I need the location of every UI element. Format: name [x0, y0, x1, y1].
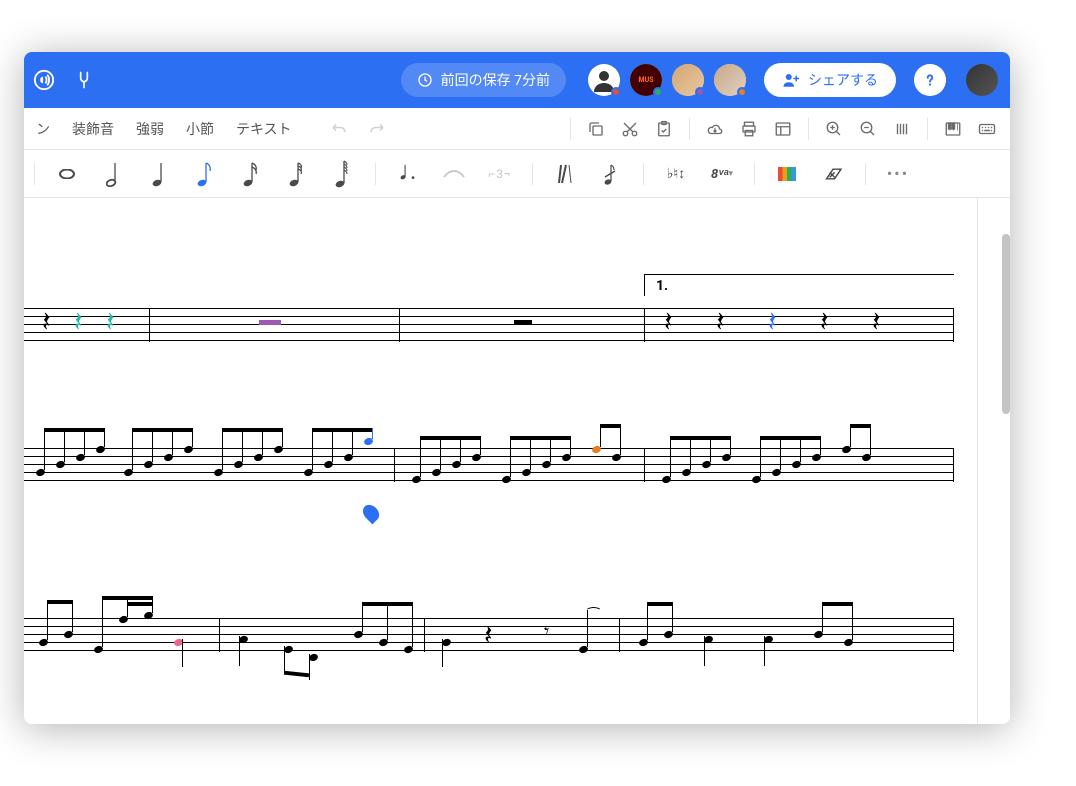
ottava-button[interactable]: 8ᵛᵃ ▾	[706, 158, 738, 190]
score-canvas[interactable]: 𝄽 𝄽 𝄽 1. 𝄽 𝄽 𝄽 𝄽 𝄽	[24, 198, 1010, 724]
cloud-download-icon[interactable]	[700, 114, 730, 144]
undo-icon[interactable]	[324, 114, 354, 144]
sixtyfourth-note-icon[interactable]	[327, 158, 359, 190]
color-palette-icon[interactable]	[771, 158, 803, 190]
accidental-icon[interactable]: ♭♮↕	[660, 158, 692, 190]
menu-item-measure[interactable]: 小節	[186, 119, 214, 139]
redo-icon[interactable]	[362, 114, 392, 144]
quarter-note-icon[interactable]	[143, 158, 175, 190]
note-toolbar: 𝅘𝅥 . ⌐3¬ ♭♮↕ 8ᵛᵃ ▾ •••	[24, 150, 1010, 198]
zoom-out-icon[interactable]	[853, 114, 883, 144]
help-button[interactable]	[914, 64, 946, 96]
audio-icon[interactable]	[32, 68, 56, 92]
save-status-pill[interactable]: 前回の保存 7分前	[401, 63, 566, 97]
menu-bar: ン 装飾音 強弱 小節 テキスト	[24, 108, 1010, 150]
collaborator-avatars: MUS	[588, 64, 746, 96]
caesura-icon[interactable]	[549, 158, 581, 190]
dot-icon[interactable]: 𝅘𝅥 .	[392, 158, 424, 190]
menu-item-text[interactable]: テキスト	[236, 119, 292, 139]
copy-icon[interactable]	[581, 114, 611, 144]
share-label: シェアする	[808, 70, 878, 90]
cut-icon[interactable]	[615, 114, 645, 144]
more-icon[interactable]: •••	[882, 158, 914, 190]
user-avatar[interactable]	[966, 64, 998, 96]
piano-icon[interactable]	[938, 114, 968, 144]
collaborator-avatar[interactable]	[588, 64, 620, 96]
volta-label: 1.	[656, 278, 668, 294]
collaborator-avatar[interactable]	[714, 64, 746, 96]
app-header: 前回の保存 7分前 MUS シェアする	[24, 52, 1010, 108]
print-icon[interactable]	[734, 114, 764, 144]
collaborator-avatar[interactable]: MUS	[630, 64, 662, 96]
grace-note-icon[interactable]	[595, 158, 627, 190]
eighth-note-icon[interactable]	[189, 158, 221, 190]
layout-icon[interactable]	[768, 114, 798, 144]
collaborator-avatar[interactable]	[672, 64, 704, 96]
menu-item-ornament[interactable]: 装飾音	[72, 119, 114, 139]
scrollbar-thumb[interactable]	[1002, 234, 1010, 414]
sixteenth-note-icon[interactable]	[235, 158, 267, 190]
tuning-fork-icon[interactable]	[72, 68, 96, 92]
thirtysecond-note-icon[interactable]	[281, 158, 313, 190]
tuplet-icon[interactable]: ⌐3¬	[484, 158, 516, 190]
paste-icon[interactable]	[649, 114, 679, 144]
erase-icon[interactable]	[817, 158, 849, 190]
keyboard-icon[interactable]	[972, 114, 1002, 144]
staff-lines-icon[interactable]	[887, 114, 917, 144]
zoom-in-icon[interactable]	[819, 114, 849, 144]
menu-item-dynamics[interactable]: 強弱	[136, 119, 164, 139]
menu-item[interactable]: ン	[36, 119, 50, 139]
whole-note-icon[interactable]	[51, 158, 83, 190]
share-button[interactable]: シェアする	[764, 63, 896, 97]
tie-icon[interactable]	[438, 158, 470, 190]
half-note-icon[interactable]	[97, 158, 129, 190]
save-status-text: 前回の保存 7分前	[441, 70, 550, 90]
